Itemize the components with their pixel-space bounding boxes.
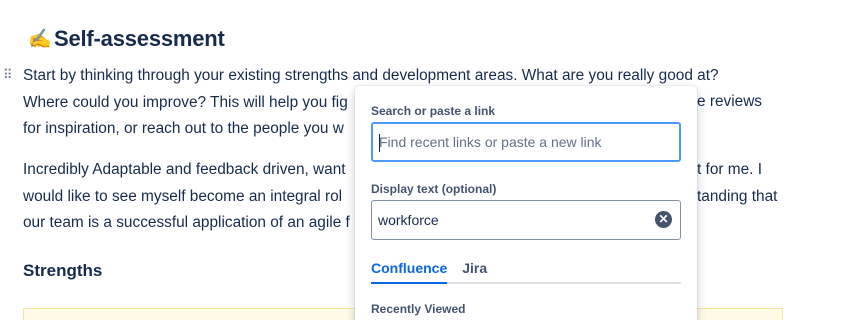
tab-jira[interactable]: Jira: [462, 258, 487, 284]
display-text-input[interactable]: [372, 201, 680, 239]
page-title: Self-assessment: [54, 26, 225, 51]
page-heading: ✍️ Self-assessment: [28, 24, 225, 54]
strengths-heading: Strengths: [23, 261, 103, 280]
paragraph-fragment: tanding that: [697, 188, 778, 205]
tab-confluence[interactable]: Confluence: [371, 258, 448, 284]
search-input[interactable]: [373, 124, 679, 160]
recently-viewed-label: Recently Viewed: [371, 302, 466, 316]
search-label: Search or paste a link: [371, 104, 496, 118]
clear-icon[interactable]: ✕: [655, 211, 672, 228]
link-source-tabs: Confluence Jira: [371, 258, 681, 284]
text-cursor: [379, 134, 380, 152]
drag-handle-icon[interactable]: ⠿: [3, 68, 13, 82]
paragraph-fragment: e reviews: [697, 93, 763, 110]
search-field[interactable]: [371, 122, 681, 162]
link-picker-popup: Search or paste a link Display text (opt…: [355, 86, 697, 320]
display-text-field[interactable]: ✕: [371, 200, 681, 240]
writing-hand-icon: ✍️: [28, 29, 52, 50]
paragraph-fragment: t for me. I: [697, 161, 762, 178]
display-text-label: Display text (optional): [371, 182, 497, 196]
